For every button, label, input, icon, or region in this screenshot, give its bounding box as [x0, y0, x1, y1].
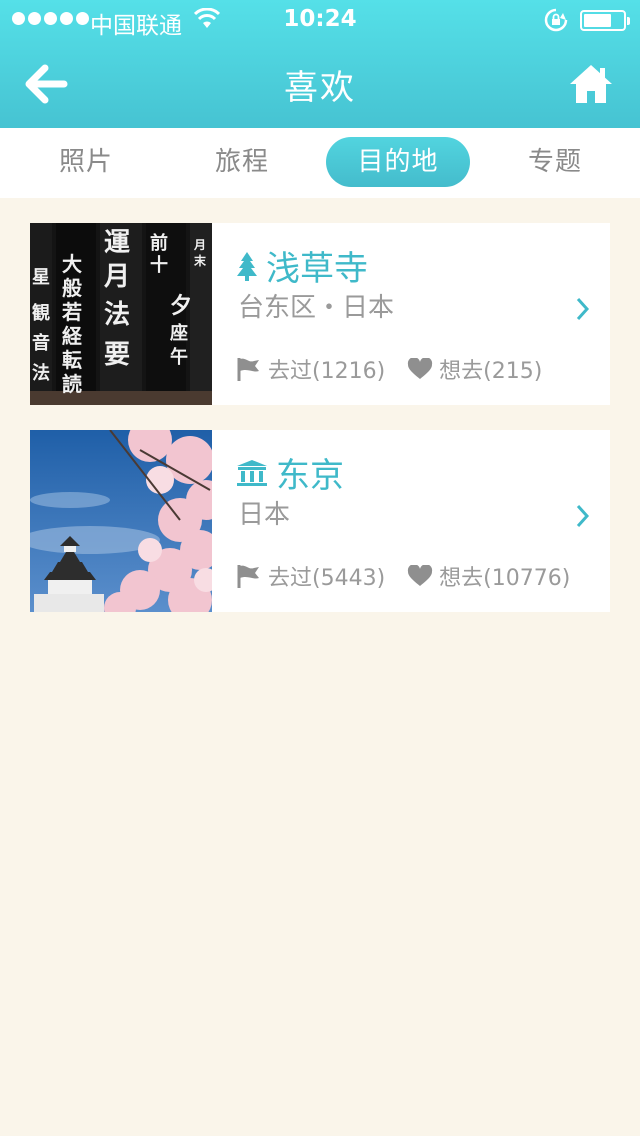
destination-stats: 去过(1216) 想去(215) [236, 353, 564, 385]
svg-text:法: 法 [32, 362, 50, 384]
wanted-stat[interactable]: 想去(10776) [407, 560, 570, 592]
destination-name-text: 浅草寺 [266, 249, 368, 289]
destination-location: 日本 [238, 500, 291, 530]
svg-text:十: 十 [150, 254, 168, 276]
svg-text:若: 若 [61, 300, 82, 324]
tab-destinations[interactable]: 目的地 [326, 137, 470, 187]
svg-text:大: 大 [62, 252, 82, 276]
svg-text:般: 般 [62, 276, 82, 300]
visited-stat[interactable]: 去过(1216) [236, 353, 385, 385]
flag-icon [237, 565, 259, 588]
battery-icon [580, 10, 630, 31]
svg-text:読: 読 [62, 372, 82, 396]
landmark-icon [237, 459, 267, 486]
chevron-right-icon [576, 504, 590, 528]
svg-text:座: 座 [170, 322, 188, 344]
wanted-stat[interactable]: 想去(215) [407, 353, 542, 385]
flag-icon [237, 358, 259, 381]
svg-text:月: 月 [193, 238, 206, 252]
destination-name: 浅草寺 [236, 241, 368, 290]
home-icon[interactable] [568, 62, 614, 106]
destination-location: 台东区・日本 [238, 293, 395, 323]
destination-thumbnail: 星 観 音 法 大 般 若 経 転 読 運 月 法 要 前 十 夕 座 午 月 … [30, 223, 212, 405]
visited-count: 去过(5443) [268, 566, 386, 591]
svg-text:観: 観 [32, 302, 50, 324]
svg-text:音: 音 [32, 332, 50, 354]
svg-text:転: 転 [62, 348, 82, 372]
svg-text:運: 運 [104, 228, 130, 258]
tab-topics[interactable]: 专题 [483, 137, 627, 187]
svg-text:星: 星 [32, 267, 50, 288]
heart-icon [408, 358, 433, 379]
wanted-count: 想去(10776) [439, 566, 571, 591]
svg-text:月: 月 [103, 262, 130, 292]
destination-thumbnail [30, 430, 212, 612]
svg-text:要: 要 [104, 340, 130, 370]
page-title: 喜欢 [284, 68, 356, 108]
visited-stat[interactable]: 去过(5443) [236, 560, 385, 592]
segment-tabs: 照片 旅程 目的地 专题 [0, 128, 640, 198]
heart-icon [408, 565, 433, 586]
destination-name-text: 东京 [276, 456, 344, 496]
svg-text:法: 法 [104, 300, 130, 330]
tab-photos[interactable]: 照片 [14, 137, 158, 187]
status-bar: 中国联通 10:24 [0, 0, 640, 40]
svg-text:末: 末 [194, 253, 207, 268]
tree-icon [237, 251, 257, 281]
svg-text:経: 経 [62, 324, 83, 348]
chevron-right-icon [576, 297, 590, 321]
tab-trips[interactable]: 旅程 [170, 137, 314, 187]
navbar: 喜欢 [0, 40, 640, 128]
header: 中国联通 10:24 喜欢 [0, 0, 640, 128]
svg-text:夕: 夕 [170, 293, 192, 319]
destination-card[interactable]: 东京 日本 去过(5443) 想去(10776) [30, 430, 610, 612]
rotation-lock-icon [544, 8, 568, 32]
svg-text:前: 前 [150, 232, 168, 254]
destination-name: 东京 [236, 448, 344, 497]
svg-text:午: 午 [170, 346, 188, 368]
wanted-count: 想去(215) [439, 359, 543, 384]
visited-count: 去过(1216) [268, 359, 386, 384]
destination-stats: 去过(5443) 想去(10776) [236, 560, 592, 592]
destination-card[interactable]: 星 観 音 法 大 般 若 経 転 読 運 月 法 要 前 十 夕 座 午 月 … [30, 223, 610, 405]
